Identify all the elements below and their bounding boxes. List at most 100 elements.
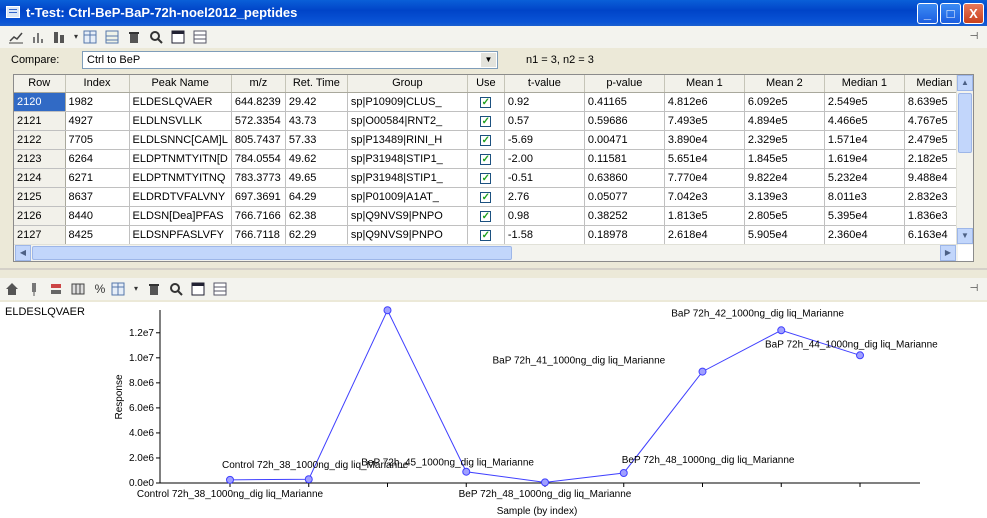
table-cell[interactable]: 6264 xyxy=(65,149,130,169)
row-number[interactable]: 2127 xyxy=(14,225,66,245)
column-filter-icon[interactable] xyxy=(52,29,68,45)
row-number[interactable]: 2124 xyxy=(14,168,66,188)
maximize-button[interactable]: □ xyxy=(940,3,961,24)
table-row[interactable]: 2126 8440 ELDSN[Dea]PFAS 766.7166 62.38 sp|Q9… xyxy=(14,206,965,226)
trash-icon[interactable] xyxy=(146,281,162,297)
use-checkbox-cell[interactable]: ✓ xyxy=(467,225,505,245)
row-number[interactable]: 2125 xyxy=(14,187,66,207)
title-bar[interactable]: t-Test: Ctrl-BeP-BaP-72h-noel2012_peptid… xyxy=(0,0,987,26)
table-cell[interactable]: 2.618e4 xyxy=(664,225,745,245)
use-checkbox-cell[interactable]: ✓ xyxy=(467,187,505,207)
row-number[interactable]: 2120 xyxy=(14,92,66,112)
table-cell[interactable]: 4927 xyxy=(65,111,130,131)
use-checkbox-cell[interactable]: ✓ xyxy=(467,168,505,188)
results-table[interactable]: Row Index Peak Name m/z Ret. Time Group Use t-v… xyxy=(13,74,974,262)
vertical-scrollbar[interactable]: ▲ ▼ xyxy=(956,75,973,245)
table-row[interactable]: 2123 6264 ELDPTNMTYITN[D 784.0554 49.62 sp|P3… xyxy=(14,149,965,169)
table-cell[interactable]: 1982 xyxy=(65,92,130,112)
table-cell[interactable]: sp|Q9NVS9|PNPO xyxy=(347,206,468,226)
table-cell[interactable]: 784.0554 xyxy=(231,149,286,169)
pin-chart-icon[interactable] xyxy=(26,281,42,297)
table-row[interactable]: 2124 6271 ELDPTNMTYITNQ 783.3773 49.65 sp|P31… xyxy=(14,168,965,188)
use-checkbox-cell[interactable]: ✓ xyxy=(467,92,505,112)
table-cell[interactable]: 1.619e4 xyxy=(824,149,905,169)
table-cell[interactable]: 7705 xyxy=(65,130,130,150)
pin-icon[interactable]: ⊣ xyxy=(966,281,982,297)
row-number[interactable]: 2126 xyxy=(14,206,66,226)
table-cell[interactable]: 0.00471 xyxy=(584,130,665,150)
use-checkbox[interactable]: ✓ xyxy=(480,229,492,241)
table-cell[interactable]: 8440 xyxy=(65,206,130,226)
table-cell[interactable]: 2.329e5 xyxy=(744,130,825,150)
table-cell[interactable]: 5.395e4 xyxy=(824,206,905,226)
table-row[interactable]: 2125 8637 ELDRDTVFALVNY 697.3691 64.29 sp|P01… xyxy=(14,187,965,207)
column-header[interactable]: Median 1 xyxy=(824,75,905,93)
use-checkbox[interactable]: ✓ xyxy=(480,96,492,108)
table-cell[interactable]: sp|P13489|RINI_H xyxy=(347,130,468,150)
table-row[interactable]: 2121 4927 ELDLNSVLLK 572.3354 43.73 sp|O00584… xyxy=(14,111,965,131)
table-view-icon[interactable] xyxy=(104,29,120,45)
row-number[interactable]: 2122 xyxy=(14,130,66,150)
table-cell[interactable]: 2.360e4 xyxy=(824,225,905,245)
vertical-scroll-thumb[interactable] xyxy=(958,93,972,153)
table-cell[interactable]: 62.29 xyxy=(285,225,348,245)
table-cell[interactable]: 57.33 xyxy=(285,130,348,150)
table-cell[interactable]: sp|P31948|STIP1_ xyxy=(347,168,468,188)
column-header[interactable]: Mean 1 xyxy=(664,75,745,93)
table-cell[interactable]: 8.011e3 xyxy=(824,187,905,207)
table-cell[interactable]: -1.58 xyxy=(504,225,585,245)
grid-view-icon[interactable] xyxy=(110,281,126,297)
percent-icon[interactable]: % xyxy=(92,281,108,297)
column-header[interactable]: Use xyxy=(467,75,505,93)
use-checkbox[interactable]: ✓ xyxy=(480,115,492,127)
table-cell[interactable]: 62.38 xyxy=(285,206,348,226)
table-cell[interactable]: 1.571e4 xyxy=(824,130,905,150)
column-header[interactable]: p-value xyxy=(584,75,665,93)
table-cell[interactable]: 8637 xyxy=(65,187,130,207)
table-cell[interactable]: 0.41165 xyxy=(584,92,665,112)
zoom-icon[interactable] xyxy=(168,281,184,297)
column-header[interactable]: Mean 2 xyxy=(744,75,825,93)
table-row[interactable]: 2127 8425 ELDSNPFASLVFY 766.7118 62.29 sp|Q9N… xyxy=(14,225,965,245)
table-cell[interactable]: 644.8239 xyxy=(231,92,286,112)
table-cell[interactable]: 1.845e5 xyxy=(744,149,825,169)
table-cell[interactable]: 0.57 xyxy=(504,111,585,131)
table-cell[interactable]: 3.139e3 xyxy=(744,187,825,207)
window-view-icon[interactable] xyxy=(190,281,206,297)
chevron-down-icon[interactable]: ▾ xyxy=(128,281,144,297)
table-cell[interactable]: 0.92 xyxy=(504,92,585,112)
table-cell[interactable]: 3.890e4 xyxy=(664,130,745,150)
close-button[interactable]: X xyxy=(963,3,984,24)
column-header[interactable]: Ret. Time xyxy=(285,75,348,93)
table-cell[interactable]: -2.00 xyxy=(504,149,585,169)
horizontal-scroll-thumb[interactable] xyxy=(32,246,512,260)
table-cell[interactable]: 8425 xyxy=(65,225,130,245)
table-cell[interactable]: 783.3773 xyxy=(231,168,286,188)
use-checkbox-cell[interactable]: ✓ xyxy=(467,130,505,150)
layers-icon[interactable] xyxy=(48,281,64,297)
table-cell[interactable]: ELDESLQVAER xyxy=(129,92,232,112)
table-cell[interactable]: 7.493e5 xyxy=(664,111,745,131)
use-checkbox[interactable]: ✓ xyxy=(480,134,492,146)
table-grid-icon[interactable] xyxy=(70,281,86,297)
table-cell[interactable]: sp|P31948|STIP1_ xyxy=(347,149,468,169)
table-cell[interactable]: ELDPTNMTYITNQ xyxy=(129,168,232,188)
table-cell[interactable]: 5.232e4 xyxy=(824,168,905,188)
table-cell[interactable]: 7.770e4 xyxy=(664,168,745,188)
table-cell[interactable]: 2.549e5 xyxy=(824,92,905,112)
table-cell[interactable]: sp|Q9NVS9|PNPO xyxy=(347,225,468,245)
table-cell[interactable]: 697.3691 xyxy=(231,187,286,207)
table-cell[interactable]: ELDLSNNC[CAM]L xyxy=(129,130,232,150)
table-cell[interactable]: ELDPTNMTYITN[D xyxy=(129,149,232,169)
table-cell[interactable]: 0.18978 xyxy=(584,225,665,245)
line-chart-icon[interactable] xyxy=(8,29,24,45)
pin-icon[interactable]: ⊣ xyxy=(966,29,982,45)
row-number[interactable]: 2123 xyxy=(14,149,66,169)
table-cell[interactable]: 5.905e4 xyxy=(744,225,825,245)
table-cell[interactable]: 49.65 xyxy=(285,168,348,188)
table-cell[interactable]: 0.59686 xyxy=(584,111,665,131)
table-cell[interactable]: sp|O00584|RNT2_ xyxy=(347,111,468,131)
table-cell[interactable]: sp|P01009|A1AT_ xyxy=(347,187,468,207)
table-cell[interactable]: 4.466e5 xyxy=(824,111,905,131)
table-cell[interactable]: 0.11581 xyxy=(584,149,665,169)
